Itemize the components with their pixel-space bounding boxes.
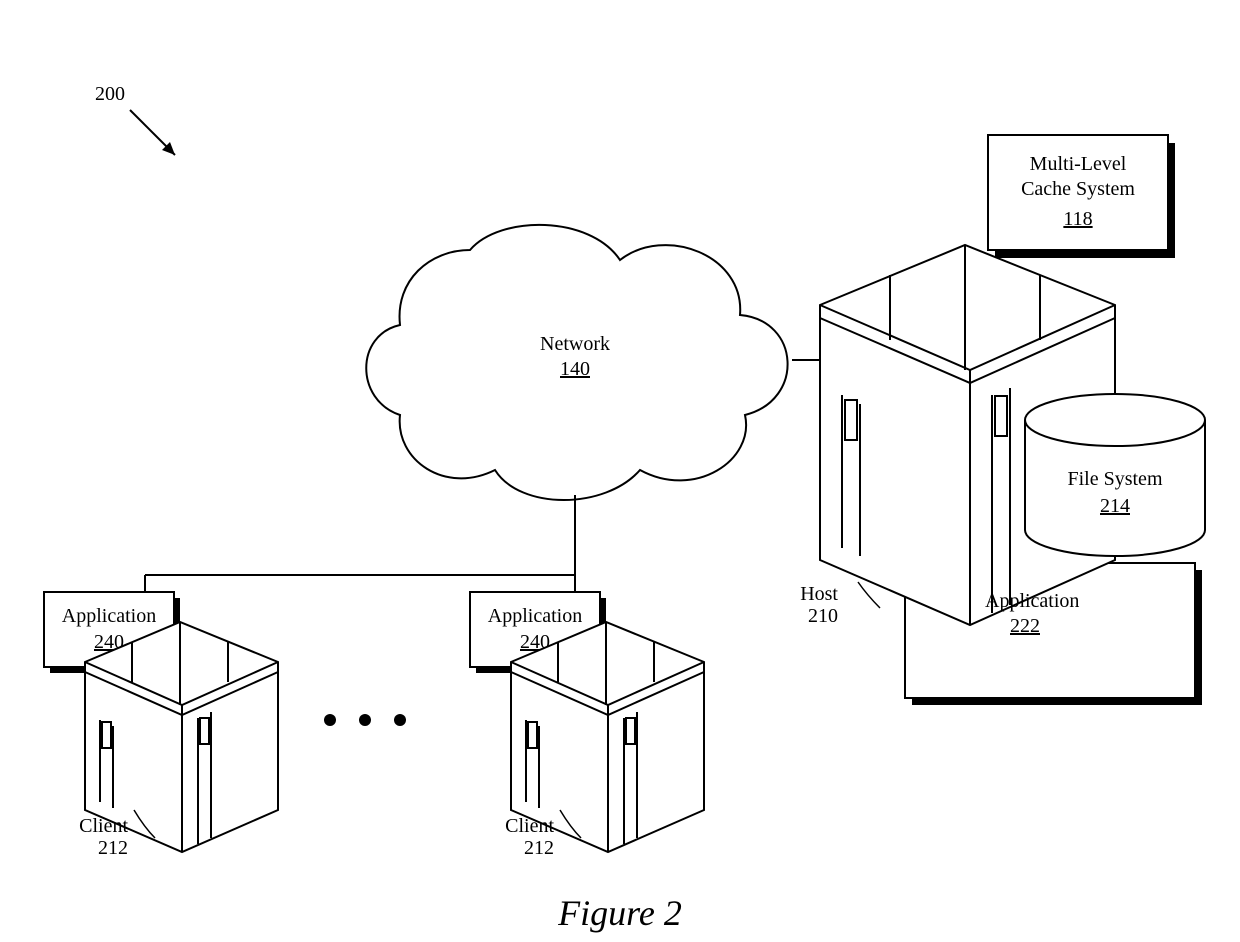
figure-ref: 200 (95, 83, 125, 105)
client-2-num: 212 (524, 837, 554, 859)
filesystem-num: 214 (1100, 495, 1130, 517)
ellipsis-dots (324, 714, 406, 726)
cache-num: 118 (1063, 208, 1092, 230)
host-app-num: 222 (1010, 615, 1040, 637)
host-label: Host (800, 583, 838, 605)
network-num: 140 (560, 358, 590, 380)
client-1: Application 240 Client 212 (44, 592, 278, 859)
client-2: Application 240 Client 212 (470, 592, 704, 859)
filesystem-label: File System (1067, 468, 1162, 490)
diagram-canvas: 200 Network 140 Multi-Level Cache System… (0, 0, 1240, 942)
network-label: Network (540, 333, 610, 355)
network-cloud: Network 140 (366, 225, 787, 500)
client-1-app-label: Application (62, 605, 156, 627)
client-1-num: 212 (98, 837, 128, 859)
host-app-label: Application (985, 590, 1079, 612)
cache-box: Multi-Level Cache System 118 (988, 135, 1175, 258)
figure-caption: Figure 2 (557, 893, 682, 933)
host-num: 210 (808, 605, 838, 627)
cache-line2: Cache System (1021, 178, 1135, 200)
client-2-app-label: Application (488, 605, 582, 627)
client-1-label: Client (79, 815, 128, 837)
cache-line1: Multi-Level (1030, 153, 1127, 175)
client-2-label: Client (505, 815, 554, 837)
filesystem-cylinder: File System 214 (1025, 394, 1205, 556)
